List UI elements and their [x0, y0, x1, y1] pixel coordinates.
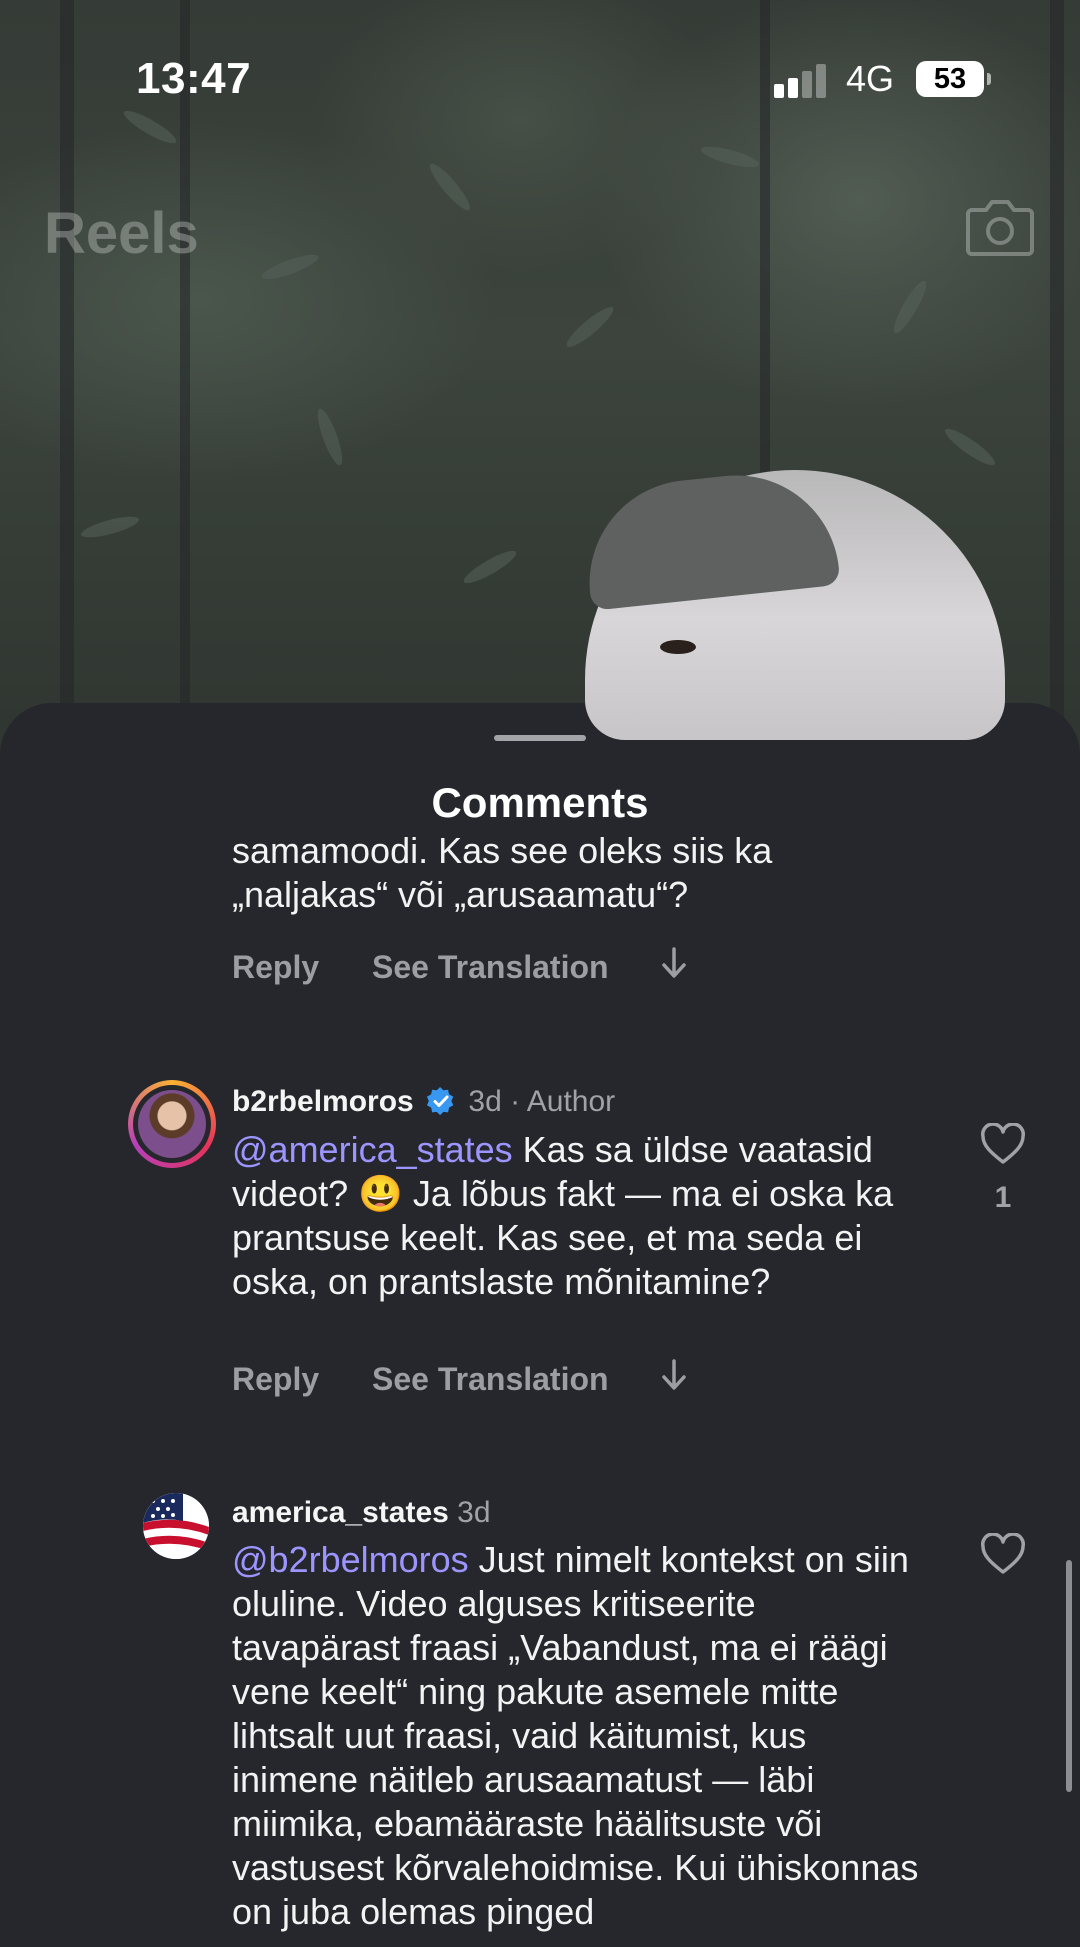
leaf: [941, 424, 999, 470]
mention-link[interactable]: @b2rbelmoros: [232, 1539, 469, 1580]
leaf: [259, 250, 321, 284]
comment-text-line: „naljakas“ või „arusaamatu“?: [232, 874, 689, 915]
leaf: [460, 545, 520, 589]
see-translation-button[interactable]: See Translation: [372, 949, 609, 986]
avatar: [138, 1090, 206, 1158]
comment-text: @b2rbelmoros Just nimelt kontekst on sii…: [232, 1538, 932, 1934]
comment-meta: 3d: [457, 1496, 491, 1529]
verified-badge-icon: [427, 1086, 454, 1116]
comment-username[interactable]: b2rbelmoros: [232, 1085, 414, 1118]
person-eye: [660, 640, 696, 654]
sheet-drag-handle[interactable]: [494, 735, 586, 741]
arrow-down-icon[interactable]: [661, 1357, 687, 1401]
signal-strength-icon: [774, 64, 830, 98]
avatar-story-ring[interactable]: [128, 1080, 216, 1168]
sheet-title: Comments: [431, 779, 649, 826]
reply-button[interactable]: Reply: [232, 1361, 319, 1398]
comments-list[interactable]: samamoodi. Kas see oleks siis ka „naljak…: [0, 833, 1080, 1947]
arrow-down-icon[interactable]: [661, 945, 687, 989]
leaf: [888, 277, 932, 337]
battery-tip: [987, 73, 991, 85]
like-count: 1: [994, 1181, 1012, 1214]
comment-text: @america_states Kas sa üldse vaatasid vi…: [232, 1128, 932, 1304]
camera-icon[interactable]: [966, 196, 1034, 256]
leaf: [79, 512, 141, 542]
comments-sheet: Comments samamoodi. Kas see oleks siis k…: [0, 703, 1080, 1947]
comment-text-line: samamoodi. Kas see oleks siis ka: [232, 833, 773, 871]
scrollbar[interactable]: [1066, 1560, 1072, 1792]
battery-level: 53: [916, 61, 984, 97]
leaf: [425, 159, 475, 215]
reply-button[interactable]: Reply: [232, 949, 319, 986]
network-type: 4G: [846, 58, 895, 99]
status-bar: 13:47 4G 53: [0, 0, 1080, 160]
flag-icon: [143, 1493, 209, 1559]
status-time: 13:47: [136, 54, 252, 103]
leaf: [562, 302, 618, 352]
see-translation-button[interactable]: See Translation: [372, 1361, 609, 1398]
mention-link[interactable]: @america_states: [232, 1129, 513, 1170]
reels-title[interactable]: Reels: [44, 200, 199, 267]
leaf: [313, 406, 347, 468]
comment-meta: 3d · Author: [468, 1085, 616, 1118]
like-heart-icon[interactable]: [980, 1123, 1026, 1165]
comment-username[interactable]: america_states: [232, 1496, 449, 1529]
avatar[interactable]: [143, 1493, 209, 1559]
comment-body: Just nimelt kontekst on siin oluline. Vi…: [232, 1539, 919, 1932]
like-heart-icon[interactable]: [980, 1533, 1026, 1575]
